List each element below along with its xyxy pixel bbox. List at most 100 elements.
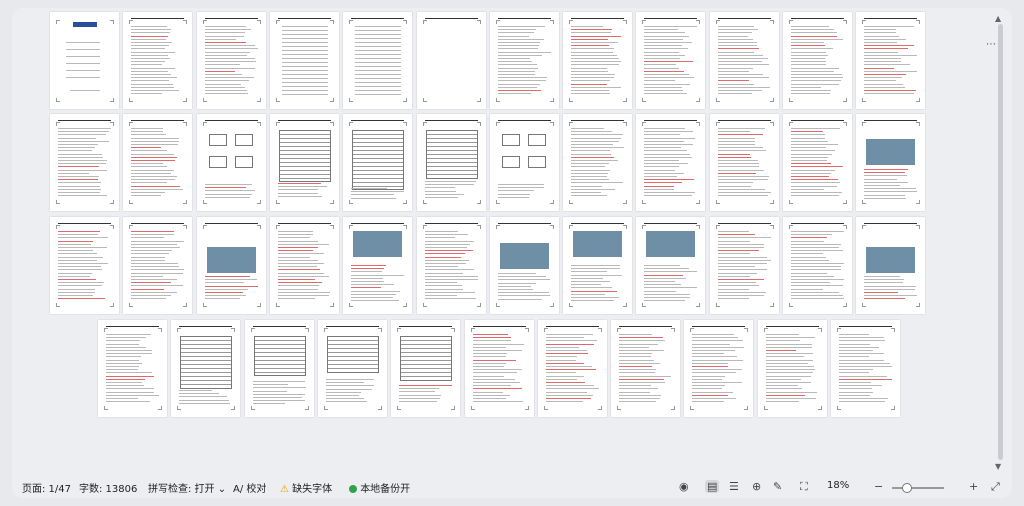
- fullscreen-icon[interactable]: ⤢: [991, 480, 1000, 494]
- page-thumbnail[interactable]: [489, 114, 559, 211]
- text-line: [717, 263, 767, 264]
- page-thumbnail[interactable]: [709, 217, 779, 314]
- zoom-out-icon[interactable]: −: [874, 480, 883, 493]
- page-thumbnail[interactable]: [50, 114, 119, 211]
- margin-mark: [129, 98, 134, 102]
- page-thumbnail[interactable]: [489, 217, 559, 314]
- page-thumbnail[interactable]: [709, 12, 779, 109]
- text-line: [58, 266, 101, 268]
- margin-mark: [617, 406, 622, 410]
- page-indicator[interactable]: 页面: 1/47: [22, 480, 71, 495]
- text-line: [644, 45, 683, 47]
- page-thumbnail[interactable]: [537, 320, 607, 417]
- page-thumbnail[interactable]: [50, 217, 119, 314]
- vertical-scrollbar[interactable]: ▲ ▼: [990, 8, 1012, 476]
- page-thumbnail[interactable]: [783, 114, 852, 211]
- text-line: [277, 288, 318, 290]
- page-thumbnail[interactable]: [196, 217, 266, 314]
- page-thumbnail[interactable]: [343, 217, 413, 314]
- page-view-icon[interactable]: ▤: [705, 480, 720, 493]
- text-line: [692, 353, 725, 355]
- page-thumbnail[interactable]: [269, 114, 339, 211]
- text-line: [717, 160, 758, 161]
- scroll-down-icon[interactable]: ▼: [995, 462, 1001, 471]
- text-line: [765, 391, 817, 393]
- text-line: [864, 288, 916, 290]
- text-line: [106, 398, 138, 399]
- page-thumbnail[interactable]: [636, 217, 706, 314]
- text-line: [497, 196, 529, 198]
- scroll-up-icon[interactable]: ▲: [995, 14, 1001, 23]
- text-line: [571, 128, 605, 129]
- page-thumbnail[interactable]: [783, 217, 852, 314]
- page-thumbnail[interactable]: [343, 114, 413, 211]
- page-thumbnail[interactable]: [856, 217, 926, 314]
- page-thumbnail[interactable]: [244, 320, 314, 417]
- web-view-icon[interactable]: ⊕: [752, 480, 761, 493]
- text-line: [717, 266, 755, 268]
- text-line: [644, 128, 686, 129]
- page-thumbnail[interactable]: [783, 12, 852, 109]
- page-thumbnail[interactable]: [856, 114, 926, 211]
- page-thumbnail[interactable]: [123, 12, 193, 109]
- page-thumbnail[interactable]: [709, 114, 779, 211]
- page-thumbnail[interactable]: [317, 320, 387, 417]
- page-header-rule: [131, 223, 185, 224]
- missing-font-button[interactable]: ⚠ 缺失字体: [280, 480, 332, 495]
- page-thumbnail[interactable]: [391, 320, 461, 417]
- page-thumbnail[interactable]: [416, 217, 486, 314]
- page-thumbnail[interactable]: [50, 12, 119, 109]
- text-line: [644, 182, 683, 184]
- text-line: [424, 269, 474, 271]
- page-thumbnail[interactable]: [123, 114, 193, 211]
- page-thumbnail[interactable]: [416, 114, 486, 211]
- spell-check-toggle[interactable]: 拼写检查: 打开 ⌄: [148, 480, 226, 495]
- zoom-slider-knob[interactable]: [902, 483, 912, 493]
- page-thumbnail[interactable]: [563, 217, 633, 314]
- text-line: [424, 263, 466, 264]
- outline-view-icon[interactable]: ☰: [729, 480, 739, 493]
- page-thumbnail[interactable]: [831, 320, 900, 417]
- page-thumbnail[interactable]: [343, 12, 413, 109]
- page-thumbnail[interactable]: [563, 114, 633, 211]
- page-thumbnail[interactable]: [269, 12, 339, 109]
- page-thumbnail[interactable]: [464, 320, 534, 417]
- page-thumbnail[interactable]: [563, 12, 633, 109]
- text-line: [644, 32, 686, 34]
- page-thumbnail[interactable]: [196, 114, 266, 211]
- more-options-icon[interactable]: ⋯: [986, 39, 997, 50]
- text-line: [717, 285, 759, 287]
- text-line: [791, 70, 834, 72]
- page-thumbnail[interactable]: [269, 217, 339, 314]
- page-thumbnail[interactable]: [636, 12, 706, 109]
- page-thumbnail[interactable]: [611, 320, 681, 417]
- zoom-in-icon[interactable]: +: [969, 480, 978, 493]
- text-line: [497, 184, 544, 185]
- fit-page-icon[interactable]: ⛶: [800, 480, 808, 494]
- page-thumbnail[interactable]: [416, 12, 486, 109]
- text-line: [571, 77, 615, 79]
- eye-icon[interactable]: ◉: [679, 480, 689, 493]
- text-line: [717, 247, 764, 248]
- page-thumbnail[interactable]: [98, 320, 167, 417]
- local-backup-button[interactable]: 本地备份开: [349, 480, 410, 495]
- proofread-button[interactable]: A/ 校对: [233, 480, 266, 495]
- zoom-level[interactable]: 18%: [827, 480, 849, 491]
- zoom-slider-track[interactable]: [892, 487, 944, 489]
- page-thumbnail[interactable]: [684, 320, 754, 417]
- word-count[interactable]: 字数: 13806: [79, 480, 137, 495]
- pen-icon[interactable]: ✎: [773, 480, 782, 493]
- page-thumbnail[interactable]: [196, 12, 266, 109]
- text-line: [131, 131, 164, 133]
- scrollbar-thumb[interactable]: [998, 24, 1003, 460]
- page-thumbnail-grid[interactable]: [12, 8, 966, 476]
- page-thumbnail[interactable]: [856, 12, 926, 109]
- page-thumbnail[interactable]: [636, 114, 706, 211]
- page-thumbnail[interactable]: [489, 12, 559, 109]
- page-thumbnail[interactable]: [171, 320, 241, 417]
- text-line: [619, 388, 659, 390]
- page-thumbnail[interactable]: [123, 217, 193, 314]
- text-line: [765, 340, 800, 342]
- page-thumbnail[interactable]: [757, 320, 827, 417]
- text-line: [131, 90, 180, 91]
